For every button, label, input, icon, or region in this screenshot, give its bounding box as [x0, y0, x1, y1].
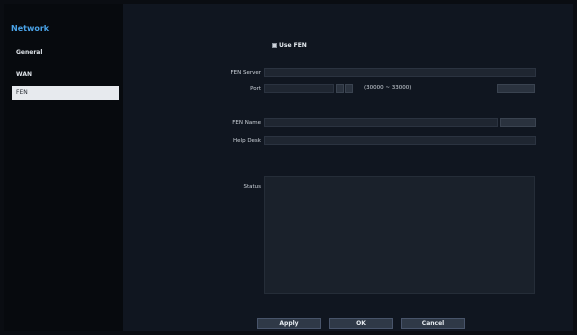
sidebar-item-general[interactable]: General [12, 46, 119, 60]
fen-name-input[interactable] [264, 118, 498, 127]
fen-name-label: FEN Name [232, 120, 261, 126]
sidebar-title: Network [11, 24, 50, 33]
sidebar-item-label: FEN [16, 89, 28, 96]
port-check-button[interactable] [497, 84, 535, 93]
port-range-text: (30000 ~ 33000) [364, 85, 412, 91]
help-desk-input[interactable] [264, 136, 536, 145]
sidebar-item-label: WAN [16, 71, 33, 78]
port-input[interactable] [264, 84, 334, 93]
use-fen-checkbox[interactable] [272, 43, 277, 48]
fen-server-input[interactable] [264, 68, 536, 77]
fen-name-check-button[interactable] [500, 118, 536, 127]
port-stepper-down[interactable] [345, 84, 353, 93]
sidebar-item-label: General [16, 49, 43, 56]
use-fen-row[interactable]: Use FEN [272, 42, 307, 49]
use-fen-label: Use FEN [279, 42, 307, 49]
port-stepper-up[interactable] [336, 84, 344, 93]
sidebar-item-fen[interactable]: FEN [12, 86, 119, 100]
help-desk-label: Help Desk [233, 138, 261, 144]
sidebar: Network General WAN FEN [4, 4, 123, 331]
status-label: Status [243, 184, 261, 190]
cancel-button[interactable]: Cancel [401, 318, 465, 329]
fen-server-label: FEN Server [230, 70, 261, 76]
ok-button[interactable]: OK [329, 318, 393, 329]
sidebar-item-wan[interactable]: WAN [12, 68, 119, 82]
status-box [264, 176, 535, 294]
apply-button[interactable]: Apply [257, 318, 321, 329]
port-label: Port [250, 86, 261, 92]
